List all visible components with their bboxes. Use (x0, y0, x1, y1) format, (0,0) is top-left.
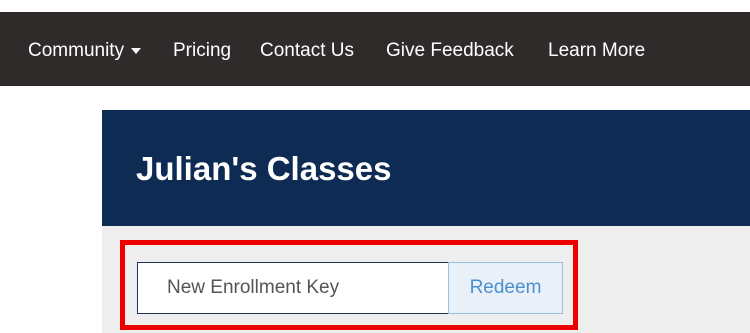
nav-community[interactable]: Community (28, 40, 142, 62)
nav-pricing[interactable]: Pricing (173, 40, 231, 62)
nav-contact-us[interactable]: Contact Us (260, 40, 354, 62)
top-navbar: Community Pricing Contact Us Give Feedba… (0, 12, 750, 86)
classes-panel-header: Julian's Classes (102, 110, 750, 226)
nav-learn-more-label: Learn More (548, 40, 646, 61)
nav-contact-us-label: Contact Us (260, 40, 354, 61)
nav-give-feedback-label: Give Feedback (386, 40, 514, 61)
page-title: Julian's Classes (136, 150, 392, 187)
top-spacer (0, 0, 750, 12)
redeem-button[interactable]: Redeem (448, 262, 563, 314)
nav-community-label: Community (28, 40, 125, 61)
nav-learn-more[interactable]: Learn More (548, 40, 645, 62)
enrollment-key-input[interactable] (137, 262, 448, 314)
nav-pricing-label: Pricing (173, 40, 232, 61)
nav-give-feedback[interactable]: Give Feedback (386, 40, 514, 62)
caret-down-icon (131, 48, 142, 54)
